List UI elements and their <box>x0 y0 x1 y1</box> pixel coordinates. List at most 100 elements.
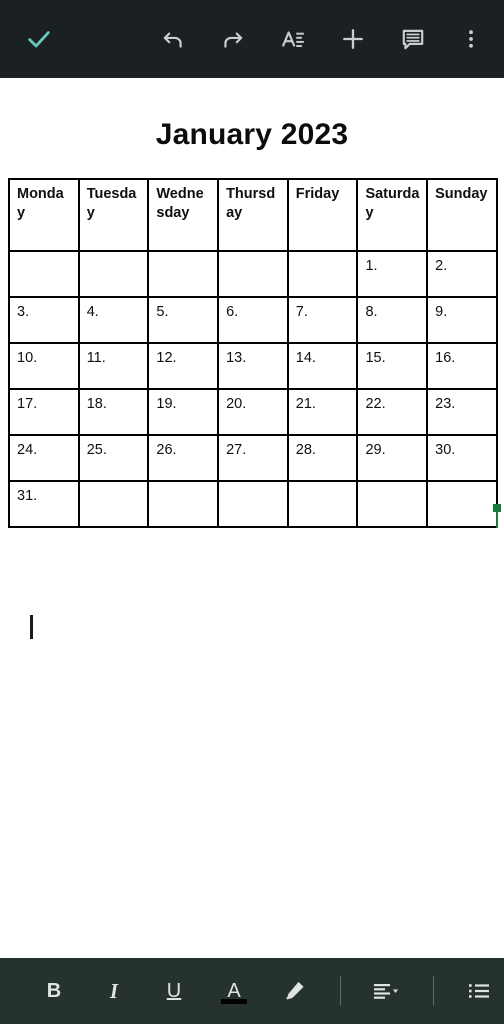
header-cell-friday[interactable]: Friday <box>286 178 359 252</box>
day-cell[interactable] <box>217 480 289 528</box>
day-cell[interactable] <box>77 480 150 528</box>
header-label-tuesday: Tuesday <box>86 186 137 222</box>
day-cell[interactable]: 2. <box>426 250 498 298</box>
day-cell[interactable]: 9. <box>426 296 498 344</box>
day-cell[interactable]: 27. <box>217 434 289 482</box>
document-text-cursor <box>30 615 33 639</box>
header-label-saturday: Saturday <box>365 186 420 222</box>
header-cell-wednesday[interactable]: Wednesday <box>147 178 220 252</box>
table-row: 24. 25. 26. 27. 28. 29. 30. <box>8 434 498 482</box>
day-cell[interactable] <box>217 250 289 298</box>
redo-button[interactable] <box>210 16 256 62</box>
day-cell[interactable] <box>286 250 359 298</box>
day-cell[interactable]: 26. <box>147 434 220 482</box>
comment-icon <box>402 29 424 50</box>
day-cell[interactable]: 6. <box>217 296 289 344</box>
day-cell[interactable] <box>286 480 359 528</box>
day-cell[interactable]: 15. <box>356 342 429 390</box>
day-cell[interactable]: 30. <box>426 434 498 482</box>
check-icon <box>28 31 50 48</box>
day-cell[interactable]: 28. <box>286 434 359 482</box>
comment-button[interactable] <box>390 16 436 62</box>
day-cell[interactable] <box>147 250 220 298</box>
calendar-table[interactable]: Monday Tuesday Wednesday Thursday Friday… <box>8 178 501 528</box>
calendar-table-wrapper[interactable]: Monday Tuesday Wednesday Thursday Friday… <box>8 178 501 528</box>
day-cell[interactable] <box>426 480 498 528</box>
overflow-menu-icon <box>469 30 473 48</box>
bullet-list-icon <box>469 984 489 998</box>
bullet-list-button[interactable] <box>458 969 502 1013</box>
bold-icon: B <box>46 980 62 1002</box>
text-format-icon <box>282 31 304 48</box>
day-cell[interactable]: 23. <box>426 388 498 436</box>
header-label-wednesday: Wednesday <box>156 186 204 222</box>
underline-button[interactable]: U <box>152 969 196 1013</box>
more-options-button[interactable] <box>448 16 494 62</box>
redo-icon <box>224 32 243 48</box>
day-cell[interactable]: 19. <box>147 388 220 436</box>
insert-button[interactable] <box>330 16 376 62</box>
day-cell[interactable] <box>147 480 220 528</box>
italic-button[interactable]: I <box>92 969 136 1013</box>
toolbar-divider-2 <box>433 976 434 1006</box>
header-cell-saturday[interactable]: Saturday <box>356 178 429 252</box>
confirm-check-button[interactable] <box>16 16 62 62</box>
header-label-friday: Friday <box>295 186 340 202</box>
day-cell[interactable] <box>8 250 80 298</box>
day-cell[interactable]: 7. <box>286 296 359 344</box>
text-color-button[interactable]: A <box>212 969 256 1013</box>
header-cell-monday[interactable]: Monday <box>8 178 80 252</box>
table-row: 3. 4. 5. 6. 7. 8. 9. <box>8 296 498 344</box>
document-canvas[interactable]: January 2023 Monday Tuesday Wednesday Th… <box>0 78 504 958</box>
formatting-toolbar: B I U A <box>0 958 504 1024</box>
undo-button[interactable] <box>150 16 196 62</box>
day-cell[interactable]: 3. <box>8 296 80 344</box>
table-row: 1. 2. <box>8 250 498 298</box>
header-cell-sunday[interactable]: Sunday <box>426 178 501 528</box>
header-cell-thursday[interactable]: Thursday <box>217 178 289 252</box>
day-cell[interactable]: 29. <box>356 434 429 482</box>
day-cell[interactable]: 16. <box>426 342 498 390</box>
day-cell[interactable]: 12. <box>147 342 220 390</box>
bold-button[interactable]: B <box>32 969 76 1013</box>
day-cell[interactable]: 5. <box>147 296 220 344</box>
table-row: 17. 18. 19. 20. 21. 22. 23. <box>8 388 498 436</box>
header-cell-tuesday[interactable]: Tuesday <box>77 178 150 252</box>
day-cell[interactable]: 21. <box>286 388 359 436</box>
day-cell[interactable]: 11. <box>77 342 150 390</box>
align-button[interactable] <box>365 969 409 1013</box>
day-cell[interactable]: 1. <box>356 250 429 298</box>
day-cell[interactable]: 17. <box>8 388 80 436</box>
text-color-icon: A <box>227 980 241 1002</box>
plus-icon <box>343 29 363 49</box>
day-cell[interactable]: 18. <box>77 388 150 436</box>
day-cell[interactable] <box>77 250 150 298</box>
day-cell[interactable]: 8. <box>356 296 429 344</box>
underline-icon: U <box>166 980 182 1002</box>
day-cell[interactable]: 31. <box>8 480 80 528</box>
day-cell[interactable]: 13. <box>217 342 289 390</box>
header-label-thursday: Thursday <box>226 186 276 222</box>
align-left-icon <box>374 984 398 999</box>
highlight-button[interactable] <box>272 969 316 1013</box>
text-format-button[interactable] <box>270 16 316 62</box>
table-header-row: Monday Tuesday Wednesday Thursday Friday… <box>8 178 501 528</box>
day-cell[interactable]: 22. <box>356 388 429 436</box>
day-cell[interactable] <box>356 480 429 528</box>
day-cell[interactable]: 20. <box>217 388 289 436</box>
header-label-sunday: Sunday <box>435 186 488 202</box>
highlighter-pen-icon <box>286 981 304 1000</box>
day-cell[interactable]: 14. <box>286 342 359 390</box>
header-label-monday: Monday <box>17 186 64 222</box>
day-cell[interactable]: 10. <box>8 342 80 390</box>
day-cell[interactable]: 4. <box>77 296 150 344</box>
top-toolbar <box>0 0 504 78</box>
table-row: 31. <box>8 480 498 528</box>
text-color-swatch <box>221 999 247 1004</box>
day-cell[interactable]: 24. <box>8 434 80 482</box>
day-cell[interactable]: 25. <box>77 434 150 482</box>
undo-icon <box>163 32 182 48</box>
table-row: 10. 11. 12. 13. 14. 15. 16. <box>8 342 498 390</box>
italic-icon: I <box>109 978 119 1003</box>
page-title: January 2023 <box>155 118 349 151</box>
